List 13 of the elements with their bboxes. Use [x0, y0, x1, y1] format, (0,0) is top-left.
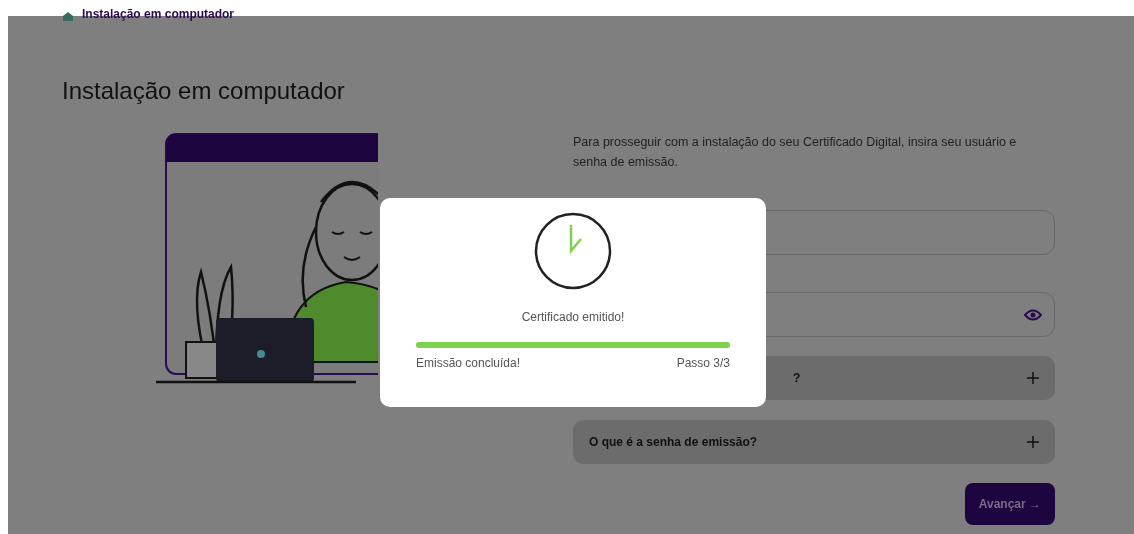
step-text: Passo 3/3 [676, 355, 730, 372]
status-text: Emissão concluída! [416, 355, 521, 372]
faq-item[interactable]: O que é a senha de emissão? [573, 420, 1055, 464]
intro-text: Para prosseguir com a instalação do seu Certificado Digital, insira seu usuário e senha de emissão. [573, 134, 1018, 171]
eye-icon[interactable] [1024, 307, 1042, 322]
page-title: Instalação em computador [62, 76, 346, 106]
next-button[interactable]: Avançar → [964, 483, 1055, 525]
modal-message: Certificado emitido! [521, 309, 625, 326]
home-icon[interactable] [62, 11, 74, 21]
plus-icon [1027, 372, 1039, 384]
breadcrumb-link[interactable]: Instalação em computador [82, 8, 235, 20]
clock-icon [534, 212, 612, 290]
plus-icon [1027, 436, 1039, 448]
